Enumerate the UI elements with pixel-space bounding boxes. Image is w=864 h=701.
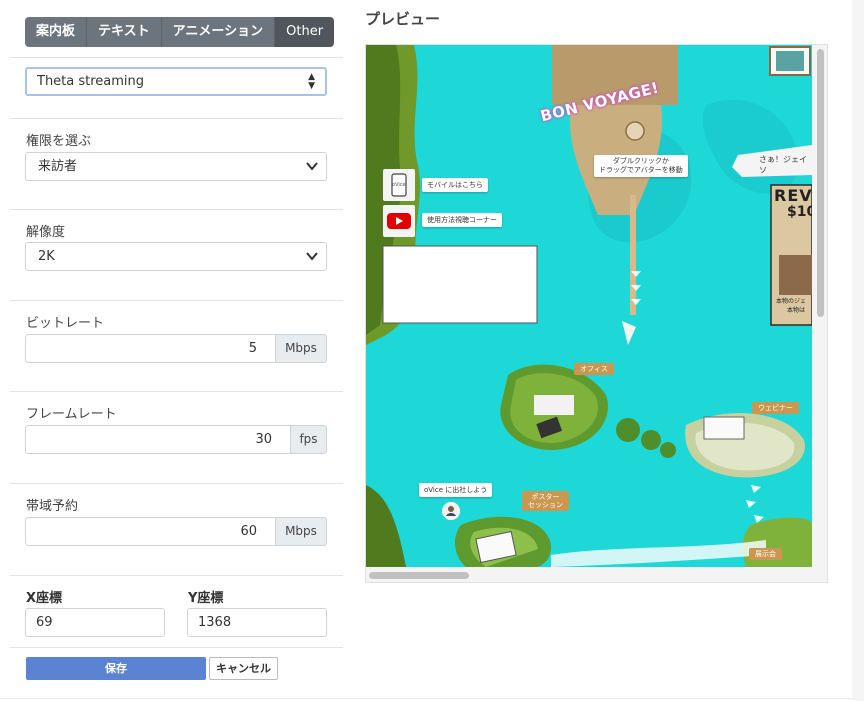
howto-bubble[interactable]: 使用方法視聴コーナー <box>422 213 502 227</box>
permission-select[interactable]: 来訪者 <box>25 152 327 181</box>
exhibition-sign: 展示会 <box>749 548 782 560</box>
banner-text: さぁ！ジェイソ <box>759 155 807 175</box>
preview-title: プレビュー <box>365 10 441 28</box>
bottom-divider <box>0 698 852 699</box>
framerate-unit: fps <box>291 425 327 454</box>
divider <box>10 300 343 301</box>
webinar-sign: ウェビナー <box>752 402 799 414</box>
permission-label: 権限を選ぶ <box>26 134 92 149</box>
y-coord-input[interactable]: 1368 <box>187 608 327 637</box>
vertical-scrollbar[interactable] <box>814 45 827 567</box>
horizontal-scrollbar[interactable] <box>366 568 812 582</box>
phone-text: oVice <box>392 182 406 188</box>
bitrate-unit: Mbps <box>276 334 327 363</box>
divider <box>10 575 343 576</box>
framerate-label: フレームレート <box>26 407 117 422</box>
poster-title: REV <box>774 186 812 205</box>
tab-animation[interactable]: アニメーション <box>161 17 276 47</box>
settings-root: 案内板 テキスト アニメーション Other Theta streaming ▲… <box>0 0 864 701</box>
permission-value: 来訪者 <box>38 159 78 174</box>
space-map[interactable]: BON VOYAGE! ダブルクリックか ドラッグでアバターを移動 oVice … <box>366 45 812 567</box>
move-hint-bubble: ダブルクリックか ドラッグでアバターを移動 <box>594 155 688 177</box>
poster-session-line-1: ポスター <box>531 493 560 501</box>
bitrate-label: ビットレート <box>26 316 105 331</box>
page-edge <box>852 0 864 701</box>
resolution-label: 解像度 <box>26 225 66 240</box>
resolution-select[interactable]: 2K <box>25 242 327 271</box>
ovice-join-bubble[interactable]: oVice に出社しよう <box>419 483 493 497</box>
tab-signboard[interactable]: 案内板 <box>25 17 88 47</box>
office-sign: オフィス <box>574 363 614 375</box>
stream-type-value: Theta streaming <box>37 74 145 89</box>
settings-panel: 案内板 テキスト アニメーション Other Theta streaming ▲… <box>0 0 343 701</box>
cancel-button[interactable]: キャンセル <box>209 657 278 680</box>
poster-session-sign: ポスター セッション <box>522 491 569 511</box>
horizontal-scroll-thumb[interactable] <box>369 572 469 579</box>
resolution-value: 2K <box>38 249 55 264</box>
bandwidth-unit: Mbps <box>276 517 327 546</box>
move-hint-line-1: ダブルクリックか <box>612 157 669 165</box>
poster-line-1: 本物のジェ <box>776 298 807 305</box>
move-hint-line-2: ドラッグでアバターを移動 <box>599 166 683 174</box>
divider <box>10 647 343 648</box>
poster-session-line-2: セッション <box>528 501 563 509</box>
category-tabs: 案内板 テキスト アニメーション Other <box>25 17 335 47</box>
save-button[interactable]: 保存 <box>26 657 206 680</box>
divider <box>10 57 343 58</box>
x-coord-input[interactable]: 69 <box>25 608 165 637</box>
divider <box>10 209 343 210</box>
bitrate-input[interactable]: 5 <box>25 334 276 363</box>
divider <box>10 483 343 484</box>
webinar-sign-label: ウェビナー <box>758 404 793 412</box>
y-coord-label: Y座標 <box>188 591 224 606</box>
poster-line-2: 本物は <box>787 307 806 314</box>
chevron-down-icon <box>306 153 318 190</box>
mobile-bubble[interactable]: モバイルはこちら <box>422 178 488 192</box>
framerate-input[interactable]: 30 <box>25 425 291 454</box>
updown-icon: ▲ ▼ <box>308 71 315 91</box>
chevron-down-icon <box>306 243 318 280</box>
divider <box>10 391 343 392</box>
poster-amount: $10 <box>787 204 812 220</box>
tab-text[interactable]: テキスト <box>87 17 162 47</box>
bandwidth-input[interactable]: 60 <box>25 517 276 546</box>
tab-other[interactable]: Other <box>275 17 335 47</box>
divider <box>10 118 343 119</box>
preview-frame: BON VOYAGE! ダブルクリックか ドラッグでアバターを移動 oVice … <box>365 44 828 583</box>
bandwidth-label: 帯域予約 <box>26 499 79 514</box>
vertical-scroll-thumb[interactable] <box>817 49 824 317</box>
stream-type-select[interactable]: Theta streaming ▲ ▼ <box>25 67 327 96</box>
x-coord-label: X座標 <box>26 591 63 606</box>
